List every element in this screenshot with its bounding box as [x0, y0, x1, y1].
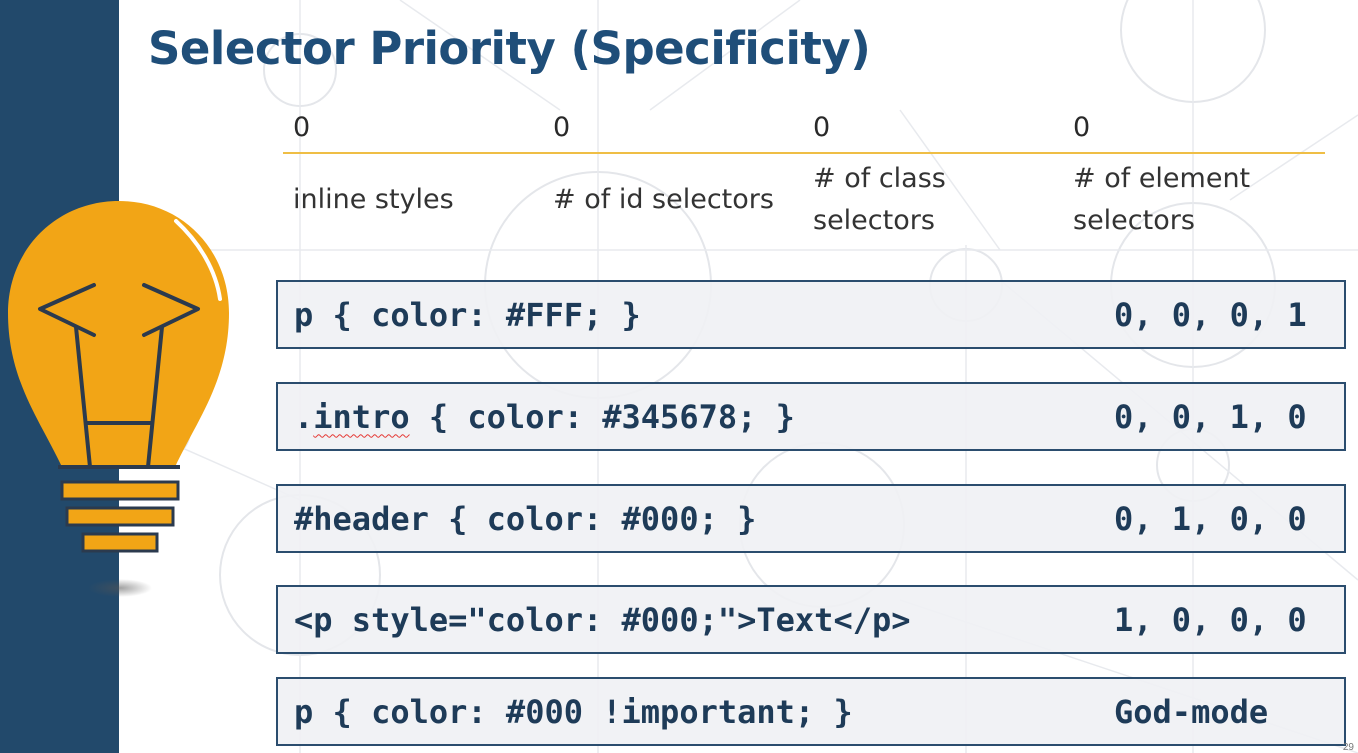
count-class: 0 [813, 112, 831, 143]
count-id: 0 [553, 112, 571, 143]
page-number: 29 [1342, 742, 1354, 753]
count-inline: 0 [293, 112, 311, 143]
page-title: Selector Priority (Specificity) [148, 22, 871, 75]
example-row: .intro { color: #345678; } 0, 0, 1, 0 [276, 382, 1346, 451]
code-snippet: .intro { color: #345678; } [294, 397, 795, 436]
label-id: # of id selectors [553, 184, 774, 215]
example-row: p { color: #000 !important; } God-mode [276, 677, 1346, 746]
label-class: # of class selectors [813, 163, 946, 236]
lightbulb-code-icon [8, 201, 229, 597]
count-row: 0 0 0 0 [283, 108, 1325, 152]
specificity-value: 0, 1, 0, 0 [1114, 499, 1307, 538]
example-row: p { color: #FFF; } 0, 0, 0, 1 [276, 280, 1346, 349]
code-snippet: p { color: #FFF; } [294, 295, 641, 334]
label-row: inline styles # of id selectors # of cla… [283, 154, 1325, 246]
specificity-value: 0, 0, 0, 1 [1114, 295, 1307, 334]
example-row: #header { color: #000; } 0, 1, 0, 0 [276, 484, 1346, 553]
count-element: 0 [1073, 112, 1091, 143]
label-inline: inline styles [293, 184, 454, 215]
specificity-value: 1, 0, 0, 0 [1114, 600, 1307, 639]
code-snippet: p { color: #000 !important; } [294, 692, 853, 731]
specificity-value: 0, 0, 1, 0 [1114, 397, 1307, 436]
code-snippet: #header { color: #000; } [294, 499, 757, 538]
specificity-header-table: 0 0 0 0 inline styles # of id selectors … [283, 108, 1325, 246]
specificity-value: God-mode [1114, 692, 1269, 731]
label-element: # of element selectors [1073, 163, 1251, 236]
example-row: <p style="color: #000;">Text</p> 1, 0, 0… [276, 585, 1346, 654]
code-snippet: <p style="color: #000;">Text</p> [294, 600, 911, 639]
spellcheck-flagged-word: intro [313, 397, 410, 436]
